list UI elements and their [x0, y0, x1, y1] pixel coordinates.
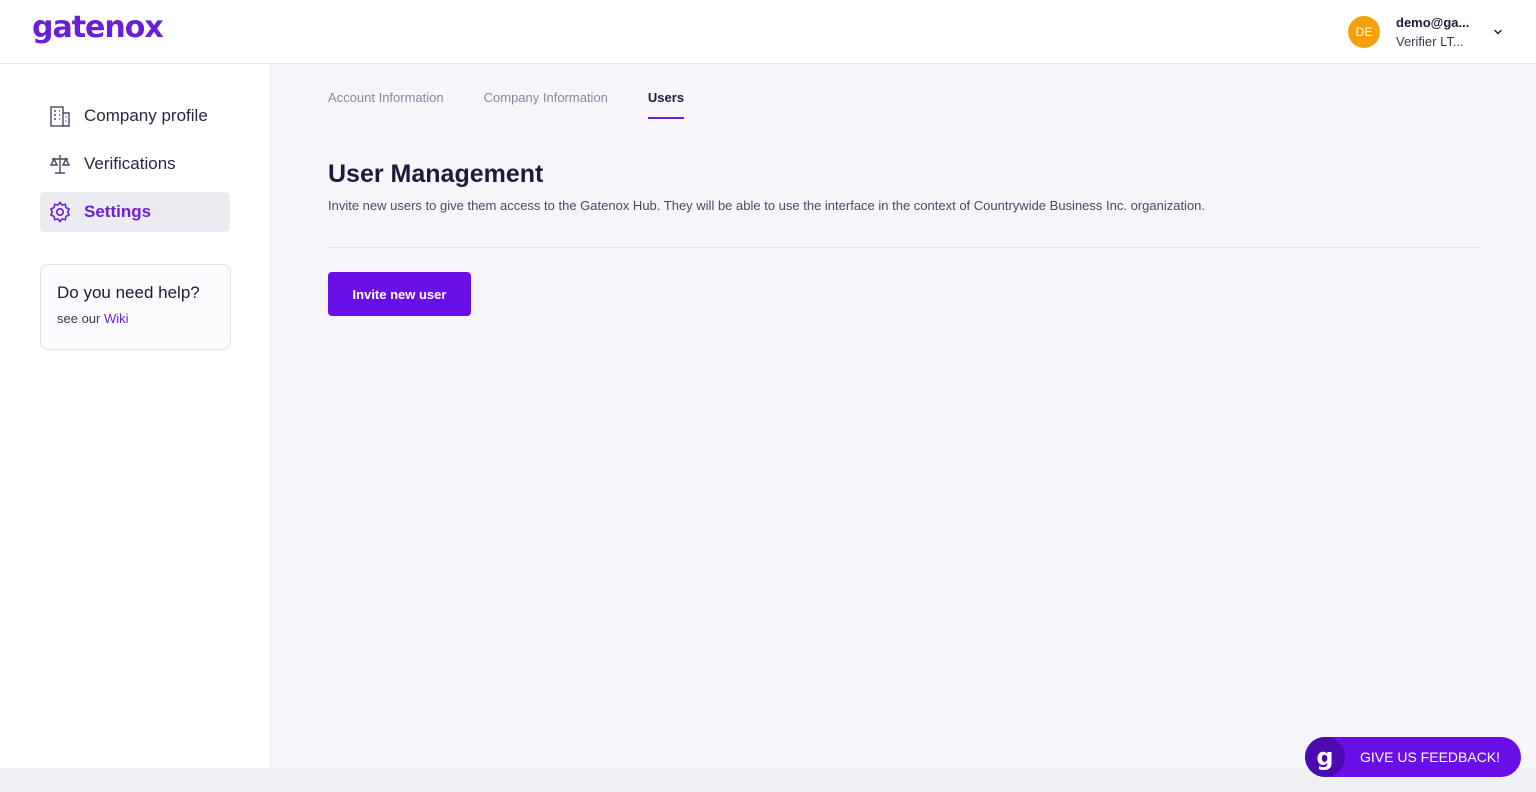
user-info[interactable]: demo@ga... Verifier LT...: [1396, 15, 1474, 49]
sidebar-item-settings[interactable]: Settings: [40, 192, 230, 232]
sidebar-item-label: Verifications: [84, 154, 176, 173]
scale-icon: [48, 152, 72, 176]
sidebar-item-company-profile[interactable]: Company profile: [40, 96, 230, 136]
tab-bar: Account Information Company Information …: [328, 90, 724, 120]
sidebar-item-label: Company profile: [84, 106, 208, 125]
tab-company-information[interactable]: Company Information: [484, 90, 608, 120]
avatar[interactable]: DE: [1348, 16, 1380, 48]
chevron-down-icon[interactable]: [1492, 26, 1504, 38]
tab-account-information[interactable]: Account Information: [328, 90, 444, 120]
bottom-strip: [0, 768, 1536, 792]
sidebar: Company profile Verifications Settings D…: [0, 64, 271, 768]
help-card: Do you need help? see our Wiki: [40, 264, 231, 350]
invite-new-user-button[interactable]: Invite new user: [328, 272, 471, 316]
user-menu[interactable]: DE demo@ga... Verifier LT...: [1348, 14, 1504, 50]
page-description: Invite new users to give them access to …: [328, 198, 1206, 213]
user-organization: Verifier LT...: [1396, 34, 1464, 49]
user-email: demo@ga...: [1396, 15, 1470, 30]
page-title: User Management: [328, 160, 544, 188]
help-subtext: see our Wiki: [57, 311, 214, 326]
wiki-link[interactable]: Wiki: [104, 311, 129, 326]
divider: [328, 247, 1480, 248]
main-content: Account Information Company Information …: [272, 64, 1536, 768]
sidebar-item-verifications[interactable]: Verifications: [40, 144, 230, 184]
sidebar-item-label: Settings: [84, 202, 152, 221]
help-title: Do you need help?: [57, 283, 200, 302]
tab-users[interactable]: Users: [647, 90, 685, 120]
gatenox-logo[interactable]: gatenox: [32, 10, 164, 45]
feedback-label: GIVE US FEEDBACK!: [1360, 749, 1501, 765]
gear-icon: [48, 200, 72, 224]
building-icon: [48, 104, 72, 128]
top-bar: gatenox DE demo@ga... Verifier LT...: [0, 0, 1536, 64]
feedback-button[interactable]: g GIVE US FEEDBACK!: [1305, 737, 1521, 777]
gatenox-g-icon: g: [1305, 737, 1345, 777]
help-prefix: see our: [57, 311, 101, 326]
